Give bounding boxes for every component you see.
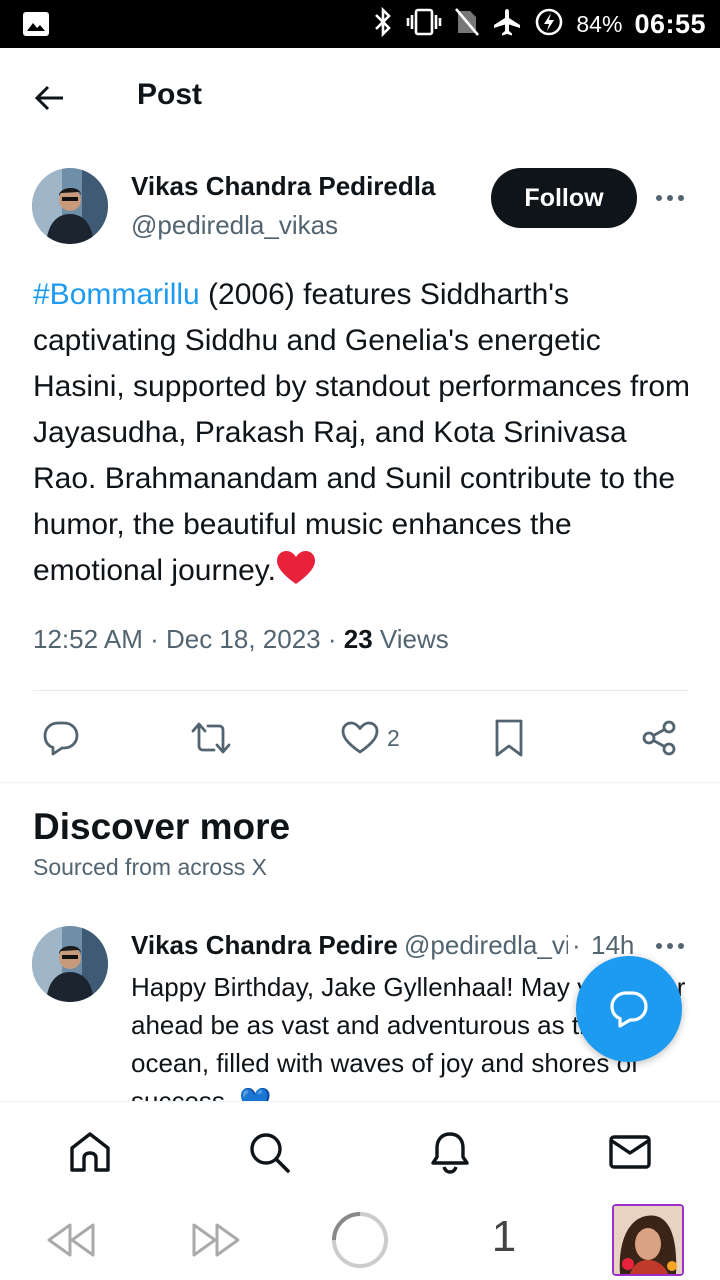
feed-author-handle[interactable]: @pediredla_vikas	[404, 930, 568, 961]
like-button[interactable]: 2	[341, 716, 400, 760]
feed-more-button[interactable]	[652, 934, 688, 958]
section-divider	[0, 782, 720, 783]
repost-icon	[191, 722, 231, 754]
image-icon	[22, 11, 50, 42]
status-bar: 84% 06:55	[0, 0, 720, 48]
follow-button[interactable]: Follow	[491, 168, 637, 228]
discover-subtitle: Sourced from across X	[33, 854, 267, 880]
compose-fab[interactable]	[576, 956, 682, 1062]
post-date: Dec 18, 2023	[165, 624, 321, 654]
reply-button[interactable]	[42, 716, 80, 760]
bookmark-icon	[495, 719, 523, 757]
header: Post	[0, 48, 720, 146]
airplane-icon	[492, 7, 522, 42]
mail-icon	[609, 1135, 651, 1169]
feed-separator: ·	[572, 930, 581, 960]
battery-saver-icon	[534, 7, 564, 42]
avatar[interactable]	[32, 168, 108, 244]
avatar-image	[32, 926, 108, 1002]
clock: 06:55	[634, 8, 706, 39]
author-name[interactable]: Vikas Chandra Pediredla	[131, 171, 435, 202]
battery-percent: 84%	[576, 10, 623, 37]
bluetooth-icon	[372, 6, 394, 42]
hashtag-link[interactable]: #Bommarillu	[33, 278, 200, 311]
thumbnail-button[interactable]	[612, 1204, 684, 1276]
more-horizontal-icon	[656, 943, 684, 949]
more-options-button[interactable]	[652, 184, 688, 212]
views-label: Views	[372, 624, 449, 654]
feed-author-name[interactable]: Vikas Chandra Pediredla	[131, 930, 399, 961]
home-icon	[70, 1132, 110, 1172]
views-count: 23	[343, 624, 373, 654]
thumbnail-image	[614, 1206, 682, 1274]
post-meta: 12:52 AM · Dec 18, 2023 · 23 Views	[33, 624, 449, 655]
more-horizontal-icon	[656, 195, 684, 201]
nav-notifications[interactable]	[426, 1128, 474, 1176]
red-heart-emoji-icon	[276, 550, 316, 600]
avatar-image	[32, 168, 108, 244]
bottom-nav	[0, 1101, 720, 1200]
feed-avatar[interactable]	[32, 926, 108, 1002]
reply-icon	[43, 721, 79, 756]
spinner-icon	[332, 1212, 388, 1268]
rewind-icon	[47, 1223, 95, 1257]
post-time: 12:52 AM	[33, 624, 143, 654]
tab-count[interactable]: 1	[484, 1212, 524, 1262]
nav-home[interactable]	[66, 1128, 114, 1176]
share-icon	[642, 720, 676, 756]
bookmark-button[interactable]	[492, 716, 526, 760]
back-button[interactable]	[30, 78, 70, 118]
media-bar: 1	[0, 1200, 720, 1280]
fast-forward-icon	[192, 1223, 240, 1257]
meta-separator: ·	[320, 624, 344, 654]
heart-icon	[341, 721, 379, 754]
author-handle[interactable]: @pediredla_vikas	[131, 210, 338, 241]
post-text: #Bommarillu (2006) features Siddharth's …	[33, 272, 693, 600]
bell-icon	[431, 1132, 469, 1174]
arrow-left-icon	[34, 85, 63, 111]
message-bubble-icon	[610, 991, 648, 1028]
fast-forward-button[interactable]	[190, 1218, 242, 1262]
page-title: Post	[137, 78, 203, 111]
like-count: 2	[387, 724, 400, 751]
nav-messages[interactable]	[606, 1128, 654, 1176]
discover-title: Discover more	[33, 806, 291, 847]
no-sim-icon	[454, 7, 480, 42]
repost-button[interactable]	[190, 716, 232, 760]
loading-spinner	[330, 1210, 390, 1270]
divider	[33, 690, 688, 691]
search-icon	[250, 1133, 290, 1173]
post-body: (2006) features Siddharth's captivating …	[33, 278, 690, 587]
nav-search[interactable]	[245, 1128, 293, 1176]
rewind-button[interactable]	[45, 1218, 97, 1262]
meta-separator: ·	[142, 624, 166, 654]
vibrate-icon	[406, 7, 442, 42]
share-button[interactable]	[640, 716, 678, 760]
